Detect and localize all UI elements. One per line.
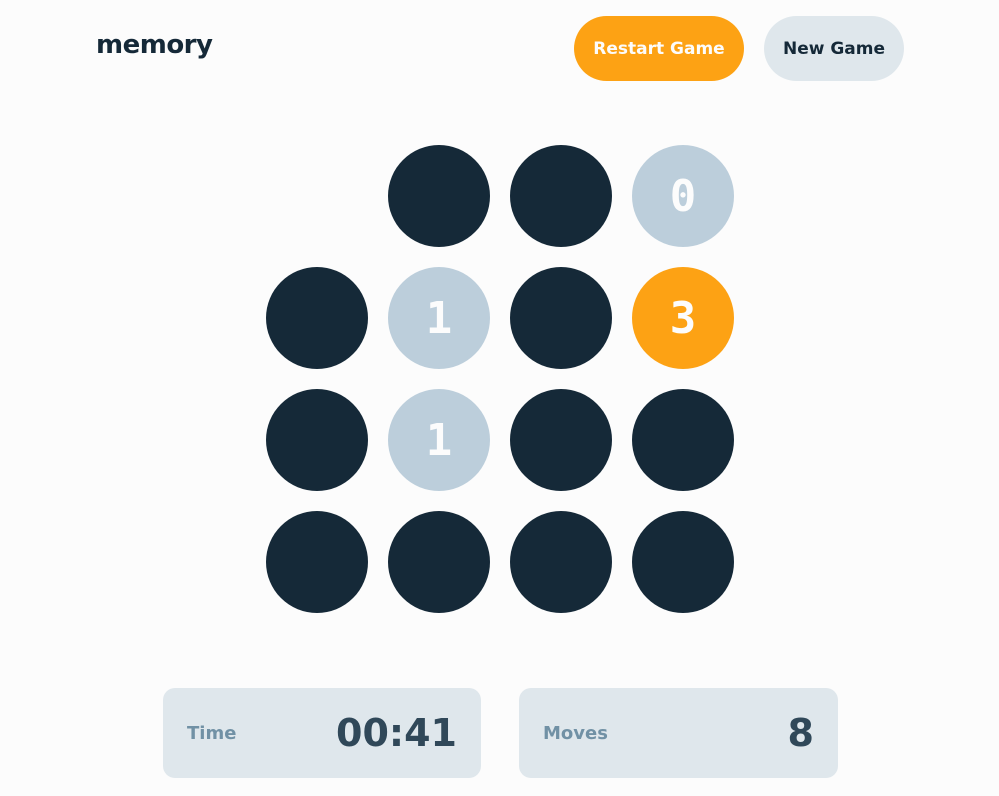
restart-game-button[interactable]: Restart Game	[574, 16, 744, 81]
tile-r3-c3[interactable]	[510, 389, 612, 491]
time-value: 00:41	[336, 711, 457, 755]
tile-r2-c1[interactable]	[266, 267, 368, 369]
time-panel: Time 00:41	[163, 688, 481, 778]
moves-label: Moves	[543, 722, 608, 744]
time-label: Time	[187, 722, 237, 744]
tile-r4-c2[interactable]	[388, 511, 490, 613]
tile-r2-c3[interactable]	[510, 267, 612, 369]
game-board: 0 1 3 1	[266, 145, 734, 614]
tile-r2-c4[interactable]: 3	[632, 267, 734, 369]
app-title: memory	[96, 30, 213, 60]
moves-value: 8	[787, 711, 814, 755]
moves-panel: Moves 8	[519, 688, 838, 778]
tile-r4-c1[interactable]	[266, 511, 368, 613]
new-game-button[interactable]: New Game	[764, 16, 904, 81]
tile-r1-c2[interactable]	[388, 145, 490, 247]
tile-r1-c1	[266, 145, 368, 247]
tile-r3-c2[interactable]: 1	[388, 389, 490, 491]
tile-r3-c4[interactable]	[632, 389, 734, 491]
tile-r3-c1[interactable]	[266, 389, 368, 491]
tile-r4-c3[interactable]	[510, 511, 612, 613]
tile-r4-c4[interactable]	[632, 511, 734, 613]
tile-r2-c2[interactable]: 1	[388, 267, 490, 369]
tile-r1-c3[interactable]	[510, 145, 612, 247]
tile-r1-c4[interactable]: 0	[632, 145, 734, 247]
